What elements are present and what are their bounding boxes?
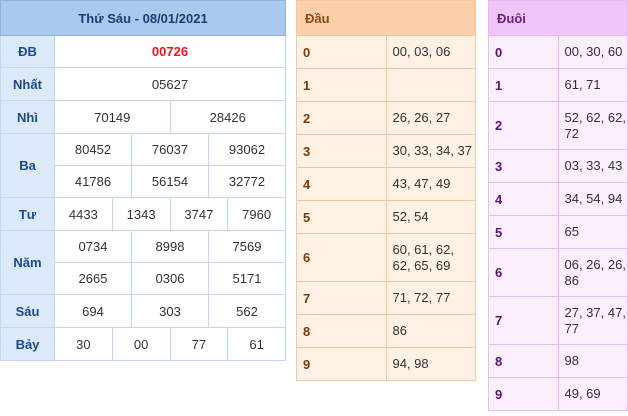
duoi-digit: 2: [488, 101, 559, 150]
dau-table: Đầu 0 00, 03, 06 1 2 26, 26, 27 3 30, 33, 3…: [296, 0, 476, 381]
prize-label-db: ĐB: [0, 35, 55, 68]
prize-sau-value: 562: [208, 294, 286, 328]
dau-values: 26, 26, 27: [385, 101, 476, 135]
dau-values: [385, 68, 476, 102]
prize-nhat-value: 05627: [54, 67, 286, 101]
prize-ba-value: 93062: [208, 133, 286, 166]
duoi-values: 06, 26, 26, 86: [557, 248, 628, 297]
dau-digit: 9: [296, 347, 387, 381]
prize-ba-value: 80452: [54, 133, 132, 166]
results-title: Thứ Sáu - 08/01/2021: [0, 0, 286, 36]
dau-values: 71, 72, 77: [385, 281, 476, 315]
duoi-values: 27, 37, 47, 77: [557, 296, 628, 345]
prize-ba-value: 32772: [208, 165, 286, 198]
duoi-values: 00, 30, 60: [557, 35, 628, 69]
prize-ba-value: 41786: [54, 165, 132, 198]
dau-digit: 6: [296, 233, 387, 282]
prize-nam-value: 7569: [208, 230, 286, 263]
dau-values: 52, 54: [385, 200, 476, 234]
prize-label-nhi: Nhì: [0, 100, 55, 134]
prize-label-nam: Năm: [0, 230, 55, 295]
dau-digit: 5: [296, 200, 387, 234]
duoi-values: 52, 62, 62, 72: [557, 101, 628, 150]
prize-label-bay: Bảy: [0, 327, 55, 361]
prize-tu-value: 7960: [227, 197, 286, 231]
prize-ba-value: 76037: [131, 133, 209, 166]
duoi-values: 03, 33, 43: [557, 149, 628, 183]
duoi-digit: 9: [488, 377, 559, 411]
prize-label-nhat: Nhất: [0, 67, 55, 101]
prize-label-tu: Tư: [0, 197, 55, 231]
prize-nhi-value: 70149: [54, 100, 171, 134]
prize-bay-value: 61: [227, 327, 286, 361]
dau-digit: 1: [296, 68, 387, 102]
dau-values: 60, 61, 62, 62, 65, 69: [385, 233, 476, 282]
duoi-values: 65: [557, 215, 628, 249]
duoi-digit: 6: [488, 248, 559, 297]
results-table: Thứ Sáu - 08/01/2021 ĐB 00726 Nhất 05627…: [0, 0, 286, 361]
prize-tu-value: 3747: [169, 197, 229, 231]
duoi-values: 98: [557, 344, 628, 378]
dau-values: 30, 33, 34, 37: [385, 134, 476, 168]
prize-tu-value: 4433: [54, 197, 113, 231]
duoi-digit: 4: [488, 182, 559, 216]
prize-label-ba: Ba: [0, 133, 55, 198]
dau-digit: 2: [296, 101, 387, 135]
duoi-values: 61, 71: [557, 68, 628, 102]
duoi-values: 34, 54, 94: [557, 182, 628, 216]
prize-bay-value: 00: [111, 327, 171, 361]
duoi-table: Đuôi 0 00, 30, 60 1 61, 71 2 52, 62, 62, 72…: [488, 0, 628, 411]
prize-bay-value: 30: [54, 327, 113, 361]
dau-values: 94, 98: [385, 347, 476, 381]
prize-nam-value: 8998: [131, 230, 209, 263]
dau-digit: 8: [296, 314, 387, 348]
prize-nam-value: 5171: [208, 262, 286, 295]
dau-digit: 4: [296, 167, 387, 201]
duoi-digit: 1: [488, 68, 559, 102]
duoi-digit: 8: [488, 344, 559, 378]
duoi-digit: 7: [488, 296, 559, 345]
prize-tu-value: 1343: [111, 197, 171, 231]
prize-nam-value: 0734: [54, 230, 132, 263]
prize-label-sau: Sáu: [0, 294, 55, 328]
dau-values: 43, 47, 49: [385, 167, 476, 201]
prize-sau-value: 303: [131, 294, 209, 328]
duoi-digit: 3: [488, 149, 559, 183]
duoi-digit: 5: [488, 215, 559, 249]
duoi-title: Đuôi: [488, 0, 628, 36]
prize-ba-value: 56154: [131, 165, 209, 198]
duoi-digit: 0: [488, 35, 559, 69]
prize-sau-value: 694: [54, 294, 132, 328]
duoi-values: 49, 69: [557, 377, 628, 411]
dau-digit: 3: [296, 134, 387, 168]
dau-digit: 7: [296, 281, 387, 315]
prize-bay-value: 77: [169, 327, 229, 361]
dau-values: 00, 03, 06: [385, 35, 476, 69]
dau-title: Đầu: [296, 0, 476, 36]
dau-values: 86: [385, 314, 476, 348]
prize-db-value: 00726: [54, 35, 286, 68]
prize-nam-value: 2665: [54, 262, 132, 295]
prize-nhi-value: 28426: [169, 100, 286, 134]
dau-digit: 0: [296, 35, 387, 69]
prize-nam-value: 0306: [131, 262, 209, 295]
